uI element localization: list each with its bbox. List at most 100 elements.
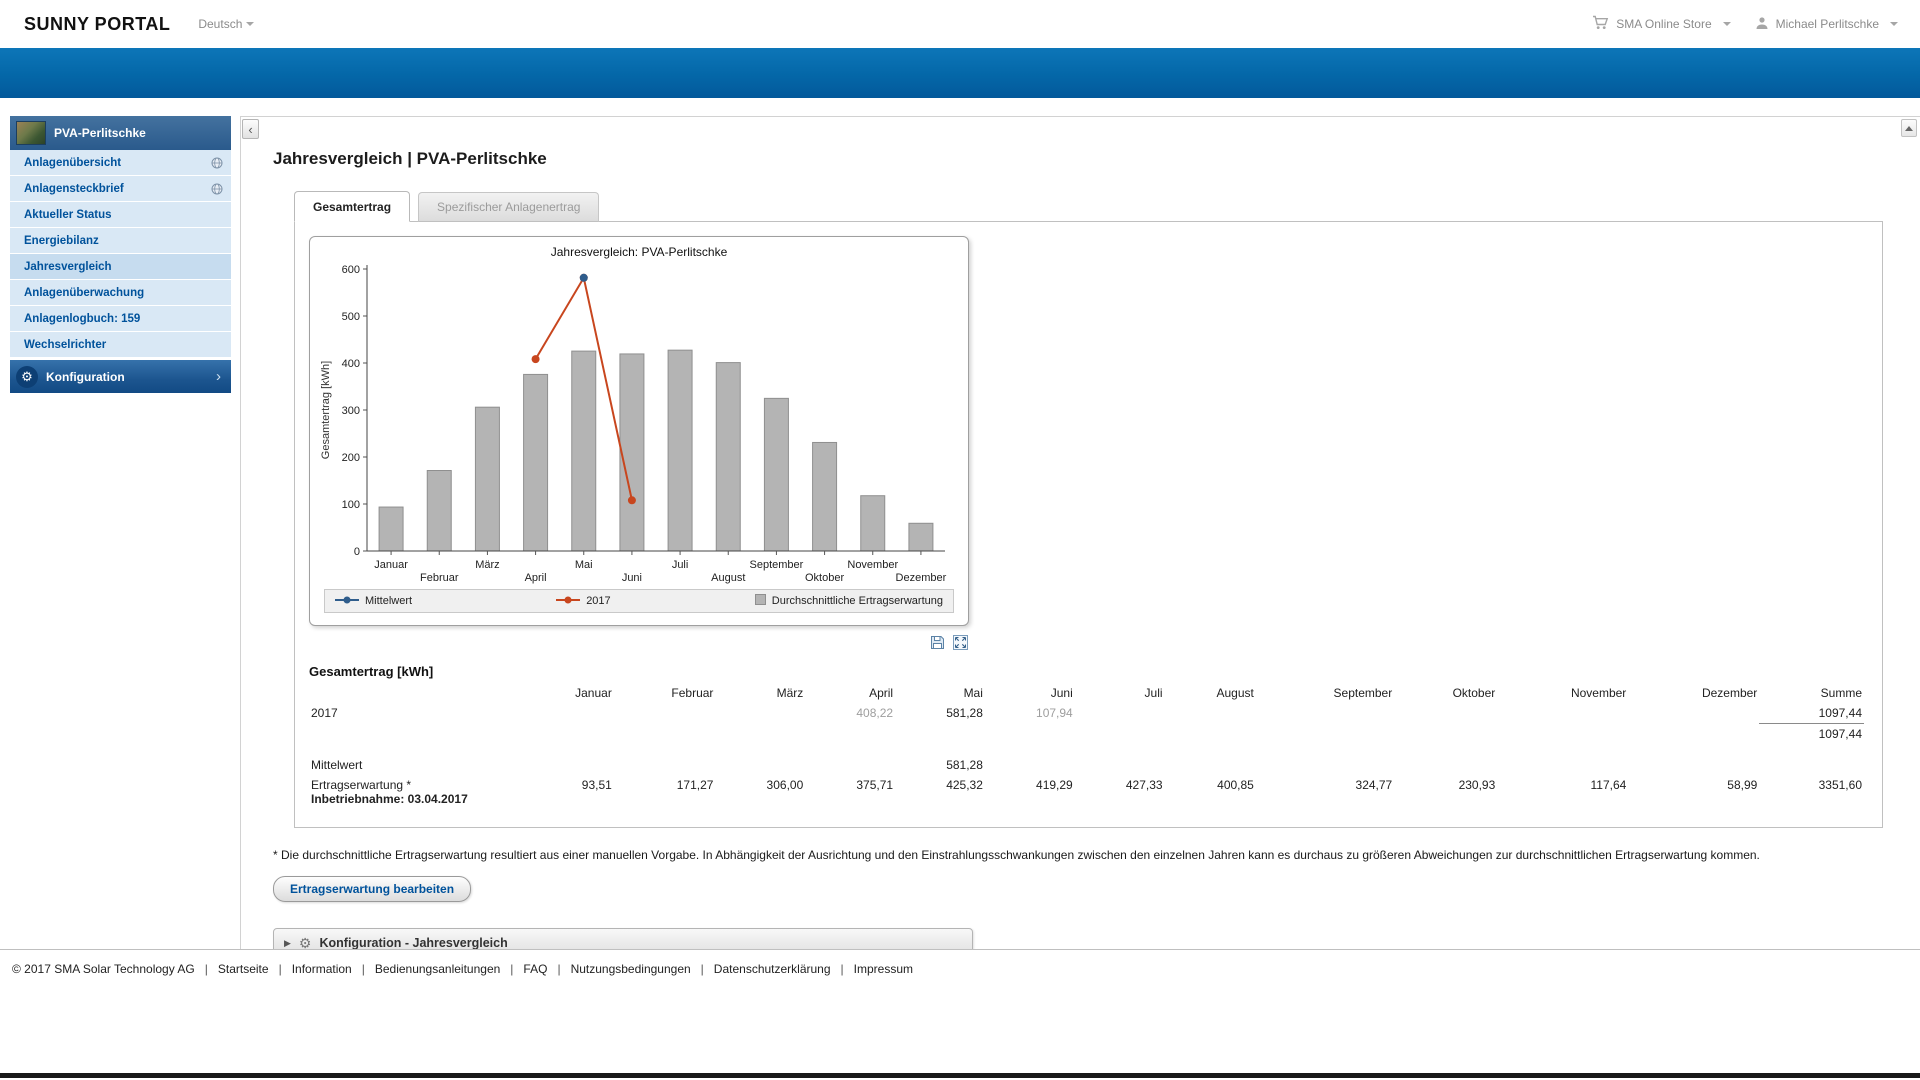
tab-gesamtertrag[interactable]: Gesamtertrag: [294, 191, 410, 222]
footer-link-faq[interactable]: FAQ: [523, 962, 547, 976]
language-selector[interactable]: Deutsch: [198, 17, 254, 31]
table-cell: 93,51: [524, 775, 614, 809]
column-header-september: September: [1256, 683, 1394, 703]
svg-text:Februar: Februar: [420, 572, 459, 584]
chart-title: Jahresvergleich: PVA-Perlitschke: [310, 245, 968, 259]
table-cell: [895, 724, 985, 745]
footer-separator: |: [510, 962, 513, 976]
column-header-mai: Mai: [895, 683, 985, 703]
column-header-märz: März: [715, 683, 805, 703]
sidebar-item-jahresvergleich[interactable]: Jahresvergleich: [10, 254, 231, 280]
legend-line-marker: [556, 595, 580, 608]
cart-icon: [1592, 15, 1609, 33]
legend-item-durchschnittliche-ertragserwartung: Durchschnittliche Ertragserwartung: [755, 594, 943, 608]
store-label: SMA Online Store: [1616, 17, 1711, 31]
sidebar-item-label: Anlagenübersicht: [24, 157, 121, 169]
bottom-bar: [0, 1073, 1920, 1078]
table-cell: 419,29: [985, 775, 1075, 809]
tab-spezifischer-anlagenertrag[interactable]: Spezifischer Anlagenertrag: [418, 192, 599, 222]
fullscreen-icon[interactable]: [952, 634, 969, 650]
chart-plot: Gesamtertrag [kWh]0100200300400500600Jan…: [310, 261, 968, 585]
content-panel: Jahresvergleich: PVA-Perlitschke Gesamte…: [294, 221, 1883, 828]
chevron-down-icon: [1890, 22, 1898, 26]
svg-text:300: 300: [342, 405, 360, 417]
footer-separator: |: [557, 962, 560, 976]
sidebar-item-konfiguration[interactable]: ⚙ Konfiguration ›: [10, 360, 231, 393]
svg-text:März: März: [475, 559, 499, 571]
plant-name: PVA-Perlitschke: [54, 126, 146, 140]
main-content: Jahresvergleich | PVA-Perlitschke Gesamt…: [240, 116, 1920, 949]
sidebar-item-anlagensteckbrief[interactable]: Anlagensteckbrief: [10, 176, 231, 202]
chart-toolbar: [309, 634, 969, 650]
sidebar-item-anlagenlogbuch-159[interactable]: Anlagenlogbuch: 159: [10, 306, 231, 332]
table-cell: 408,22: [805, 703, 895, 724]
page-title: Jahresvergleich | PVA-Perlitschke: [273, 149, 1920, 169]
user-menu[interactable]: Michael Perlitschke: [1755, 16, 1898, 33]
chevron-down-icon: [246, 22, 254, 26]
footer-link-nutzungsbedingungen[interactable]: Nutzungsbedingungen: [571, 962, 691, 976]
row-label: Ertragserwartung *Inbetriebnahme: 03.04.…: [309, 775, 524, 809]
footer-link-startseite[interactable]: Startseite: [218, 962, 269, 976]
accordion-label: Konfiguration - Jahresvergleich: [319, 936, 507, 950]
table-cell: [1075, 724, 1165, 745]
sidebar-menu: Anlagenübersicht AnlagensteckbriefAktuell…: [10, 150, 231, 358]
svg-text:August: August: [711, 572, 745, 584]
column-header-dezember: Dezember: [1628, 683, 1759, 703]
column-header-summe: Summe: [1759, 683, 1864, 703]
sidebar-item-aktueller-status[interactable]: Aktueller Status: [10, 202, 231, 228]
sidebar-item-anlagenüberwachung[interactable]: Anlagenüberwachung: [10, 280, 231, 306]
footer-link-information[interactable]: Information: [292, 962, 352, 976]
sidebar-plant-header[interactable]: PVA-Perlitschke: [10, 116, 231, 150]
sidebar-collapse-button[interactable]: ‹: [242, 119, 259, 139]
tab-bar: Gesamtertrag Spezifischer Anlagenertrag: [294, 191, 1920, 221]
footer-link-bedienungsanleitungen[interactable]: Bedienungsanleitungen: [375, 962, 500, 976]
svg-text:Dezember: Dezember: [896, 572, 947, 584]
store-menu[interactable]: SMA Online Store: [1592, 15, 1730, 33]
sidebar-item-energiebilanz[interactable]: Energiebilanz: [10, 228, 231, 254]
row-label: [309, 724, 524, 745]
sidebar-item-anlagenübersicht[interactable]: Anlagenübersicht: [10, 150, 231, 176]
table-cell: 171,27: [614, 775, 716, 809]
gear-icon: ⚙: [16, 366, 38, 388]
user-label: Michael Perlitschke: [1776, 17, 1879, 31]
table-cell: 58,99: [1628, 775, 1759, 809]
edit-expectation-button[interactable]: Ertragserwartung bearbeiten: [273, 876, 471, 902]
table-header-row: JanuarFebruarMärzAprilMaiJuniJuliAugustS…: [309, 683, 1864, 703]
legend-item-2017: 2017: [556, 595, 610, 608]
table-cell: [1628, 744, 1759, 775]
sidebar-item-label: Konfiguration: [46, 370, 125, 384]
column-header-juli: Juli: [1075, 683, 1165, 703]
copyright: © 2017 SMA Solar Technology AG: [12, 962, 195, 976]
table-cell: [805, 724, 895, 745]
footer-links: | Startseite | Information | Bedienungsanleit…: [195, 962, 913, 976]
column-header-november: November: [1497, 683, 1628, 703]
footer-link-impressum[interactable]: Impressum: [854, 962, 913, 976]
svg-text:200: 200: [342, 452, 360, 464]
brand-bar: [0, 48, 1920, 98]
svg-text:Januar: Januar: [374, 559, 408, 571]
table-cell: 581,28: [895, 744, 985, 775]
footer: © 2017 SMA Solar Technology AG | Startseit…: [0, 949, 1920, 976]
table-title: Gesamtertrag [kWh]: [309, 664, 1864, 679]
table-cell: [1165, 703, 1256, 724]
row-label-header: [309, 683, 524, 703]
globe-icon: [211, 157, 223, 169]
scroll-up-button[interactable]: [1901, 119, 1917, 137]
table-row: Mittelwert581,28: [309, 744, 1864, 775]
sidebar-item-wechselrichter[interactable]: Wechselrichter: [10, 332, 231, 358]
sidebar: PVA-Perlitschke Anlagenübersicht Anlagens…: [10, 116, 231, 393]
export-chart-icon[interactable]: [929, 634, 946, 650]
table-cell: 117,64: [1497, 775, 1628, 809]
footer-separator: |: [362, 962, 365, 976]
footnote: * Die durchschnittliche Ertragserwartung…: [273, 848, 1920, 862]
sidebar-item-label: Jahresvergleich: [24, 261, 112, 273]
table-cell: [614, 744, 716, 775]
svg-text:Mai: Mai: [575, 559, 593, 571]
table-cell: [1759, 744, 1864, 775]
footer-link-datenschutzerklärung[interactable]: Datenschutzerklärung: [714, 962, 831, 976]
row-label: 2017: [309, 703, 524, 724]
svg-text:Gesamtertrag [kWh]: Gesamtertrag [kWh]: [320, 361, 332, 459]
plant-thumbnail: [16, 121, 46, 145]
table-cell: [1394, 724, 1497, 745]
chart-container: Jahresvergleich: PVA-Perlitschke Gesamte…: [309, 236, 969, 626]
